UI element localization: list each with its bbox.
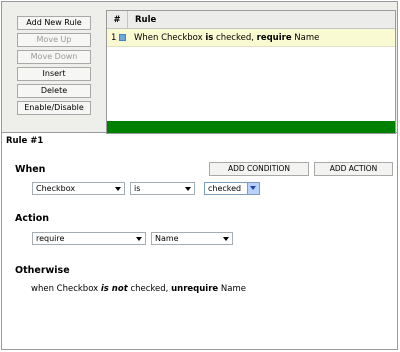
rule-builder-window: Add New Rule Move Up Move Down Insert De… [1, 1, 398, 350]
grid-status-bar [107, 121, 395, 133]
column-header-number: # [107, 11, 128, 29]
otherwise-text: when Checkbox [31, 284, 101, 294]
row-number: 1 [111, 33, 117, 43]
enable-disable-button[interactable]: Enable/Disable [17, 101, 91, 115]
add-action-button[interactable]: ADD ACTION [314, 162, 393, 176]
action-verb-value: require [36, 234, 65, 243]
chevron-down-icon [115, 187, 121, 191]
condition-field-value: Checkbox [36, 184, 76, 193]
otherwise-text: checked, [127, 284, 172, 294]
otherwise-keyword: unrequire [171, 284, 219, 294]
condition-field-select[interactable]: Checkbox [32, 182, 125, 195]
action-target-value: Name [155, 234, 179, 243]
chevron-down-icon [223, 237, 229, 241]
when-heading: When [15, 164, 46, 175]
chevron-down-icon [250, 186, 256, 190]
move-up-button[interactable]: Move Up [17, 33, 91, 47]
dropdown-button[interactable] [247, 183, 259, 194]
action-verb-select[interactable]: require [32, 232, 146, 245]
column-header-rule: Rule [135, 15, 157, 25]
otherwise-summary: when Checkbox is not checked, unrequire … [31, 284, 246, 294]
delete-button[interactable]: Delete [17, 84, 91, 98]
move-down-button[interactable]: Move Down [17, 50, 91, 64]
insert-button[interactable]: Insert [17, 67, 91, 81]
chevron-down-icon [136, 237, 142, 241]
rule-summary-keyword: require [256, 33, 292, 43]
action-target-select[interactable]: Name [151, 232, 233, 245]
table-row[interactable]: 1 When Checkbox is checked, require Name [107, 29, 395, 47]
condition-operator-select[interactable]: is [130, 182, 195, 195]
chevron-down-icon [185, 187, 191, 191]
add-condition-button[interactable]: ADD CONDITION [209, 162, 309, 176]
add-new-rule-button[interactable]: Add New Rule [17, 16, 91, 30]
rule-summary-text: Name [291, 33, 320, 43]
rule-actions-column: Add New Rule Move Up Move Down Insert De… [17, 16, 91, 118]
otherwise-keyword: is not [100, 284, 128, 294]
condition-value-select[interactable]: checked [204, 182, 260, 195]
rules-toolbar-panel: Add New Rule Move Up Move Down Insert De… [2, 2, 397, 134]
rule-summary-text: When Checkbox [134, 33, 206, 43]
otherwise-heading: Otherwise [15, 265, 70, 276]
condition-value-text: checked [208, 184, 242, 193]
rule-summary-text: checked, [213, 33, 257, 43]
rule-summary: When Checkbox is checked, require Name [134, 29, 319, 47]
condition-operator-value: is [134, 184, 141, 193]
rule-enabled-icon [119, 34, 126, 41]
action-heading: Action [15, 213, 50, 224]
rule-title: Rule #1 [6, 136, 44, 146]
rules-grid: # Rule 1 When Checkbox is checked, requi… [106, 10, 396, 134]
grid-header: # Rule [107, 11, 395, 29]
otherwise-text: Name [218, 284, 246, 294]
